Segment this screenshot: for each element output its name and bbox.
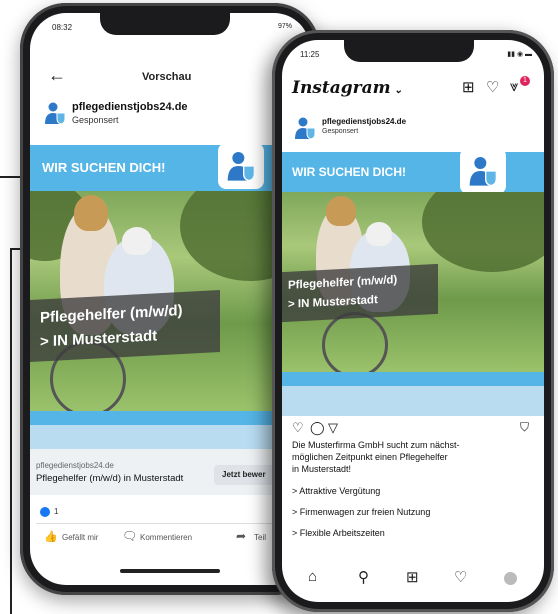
fb-overlay-box: Pflegehelfer (m/w/d) > IN Musterstadt	[30, 290, 220, 362]
fb-like-button[interactable]: 👍 Gefällt mir	[44, 531, 116, 547]
ig-share-icon[interactable]: ▽	[328, 420, 338, 436]
activity-heart-icon[interactable]: ♡	[454, 568, 467, 586]
fb-job-title: Pflegehelfer (m/w/d)	[40, 301, 183, 327]
ig-bullet-2: > Firmenwagen zur freien Nutzung	[292, 507, 431, 517]
fb-ad-photo[interactable]: Pflegehelfer (m/w/d) > IN Musterstadt	[30, 191, 310, 411]
add-post-icon[interactable]: ⊞	[462, 78, 475, 96]
fb-time: 08:32	[52, 23, 73, 32]
fb-sponsored: Gesponsert	[72, 115, 119, 125]
facebook-screen: 08:32 97% ← Vorschau pflegedienstjobs24.…	[30, 13, 310, 585]
chevron-down-icon: ⌄	[390, 85, 403, 96]
ig-like-icon[interactable]: ♡	[292, 420, 304, 436]
facebook-statusbar: 08:32 97%	[30, 13, 310, 39]
fb-page-name[interactable]: pflegedienstjobs24.de	[72, 101, 188, 113]
instagram-phone: 11:25 ▮▮ ◉ ▬ Instagram ⌄ ⊞ ♡ ⩔ 1 pfleged…	[272, 30, 554, 612]
fb-job-location: > IN Musterstadt	[40, 327, 158, 351]
ig-save-icon[interactable]: ⛉	[520, 420, 529, 435]
fb-logo-tile	[218, 143, 264, 189]
thumbs-up-icon: 👍	[44, 531, 58, 543]
back-arrow-icon[interactable]: ←	[48, 65, 66, 86]
ig-banner-text: WIR SUCHEN DICH!	[292, 165, 406, 179]
fb-header-title: Vorschau	[142, 71, 192, 83]
fb-ad-bottom-band-blue	[30, 411, 310, 425]
home-icon[interactable]: ⌂	[308, 568, 317, 585]
ig-notification-count: 1	[523, 77, 527, 84]
ig-comment-icon[interactable]: ◯	[310, 420, 325, 436]
profile-avatar-icon[interactable]	[504, 572, 517, 585]
connector-line-vertical	[10, 248, 12, 614]
photo-tree	[422, 192, 544, 272]
fb-comment-button[interactable]: 🗨 Kommentieren	[122, 529, 214, 547]
ig-ad-photo[interactable]: Pflegehelfer (m/w/d) > IN Musterstadt	[282, 192, 544, 372]
fb-like-label: Gefällt mir	[62, 533, 99, 542]
ig-job-title: Pflegehelfer (m/w/d)	[288, 274, 398, 292]
comment-icon: 🗨	[122, 529, 138, 543]
photo-senior-hair	[366, 222, 392, 246]
ig-page-avatar-icon[interactable]	[294, 116, 316, 140]
search-icon[interactable]: ⚲	[358, 568, 369, 586]
ig-bullet-1: > Attraktive Vergütung	[292, 486, 381, 496]
ig-overlay-box: Pflegehelfer (m/w/d) > IN Musterstadt	[282, 263, 438, 323]
instagram-statusbar: 11:25 ▮▮ ◉ ▬	[282, 40, 544, 66]
ig-job-location: > IN Musterstadt	[288, 294, 378, 311]
direct-message-icon[interactable]: ⩔	[510, 78, 518, 95]
ig-logo-tile	[460, 148, 506, 194]
ig-page-name[interactable]: pflegedienstjobs24.de	[322, 117, 406, 126]
photo-nurse-hair	[326, 196, 356, 226]
fb-link-domain: pflegedienstjobs24.de	[36, 461, 114, 470]
heart-icon[interactable]: ♡	[486, 78, 499, 96]
ig-logo[interactable]: Instagram ⌄	[292, 78, 402, 98]
fb-cta-label: Jetzt bewer	[222, 470, 266, 479]
fb-battery: 97%	[277, 23, 292, 30]
fb-like-count: 1	[54, 507, 59, 516]
ig-notification-badge: 1	[520, 76, 530, 86]
ig-ad-bottom-band-blue	[282, 372, 544, 386]
fb-page-avatar-icon[interactable]	[44, 101, 66, 125]
fb-link-preview[interactable]: pflegedienstjobs24.de Pflegehelfer (m/w/…	[30, 449, 310, 495]
instagram-screen: 11:25 ▮▮ ◉ ▬ Instagram ⌄ ⊞ ♡ ⩔ 1 pfleged…	[282, 40, 544, 602]
ig-logo-text: Instagram	[292, 78, 391, 98]
fb-home-indicator	[120, 569, 220, 573]
fb-comment-label: Kommentieren	[140, 533, 193, 542]
ig-time: 11:25	[300, 50, 320, 59]
fb-like-reaction-icon[interactable]	[40, 507, 50, 517]
create-icon[interactable]: ⊞	[406, 568, 419, 586]
ig-caption-line-2: möglichen Zeitpunkt einen Pflegehelfer	[292, 452, 448, 462]
ig-bullet-3: > Flexible Arbeitszeiten	[292, 528, 385, 538]
photo-nurse-hair	[74, 195, 108, 231]
ig-sponsored: Gesponsert	[322, 128, 359, 135]
photo-senior-hair	[122, 227, 152, 255]
ig-caption-line-3: in Musterstadt!	[292, 464, 352, 474]
fb-share-label: Teil	[254, 533, 267, 542]
ig-signal: ▮▮ ◉ ▬	[507, 51, 532, 58]
share-icon: ➦	[236, 529, 247, 543]
ig-caption-line-1: Die Musterfirma GmbH sucht zum nächst-	[292, 440, 460, 450]
fb-link-title: Pflegehelfer (m/w/d) in Musterstadt	[36, 473, 184, 484]
photo-wheelchair	[322, 312, 388, 372]
fb-divider	[36, 523, 304, 524]
fb-ad-banner: WIR SUCHEN DICH!	[30, 145, 310, 191]
fb-banner-text: WIR SUCHEN DICH!	[42, 160, 166, 175]
